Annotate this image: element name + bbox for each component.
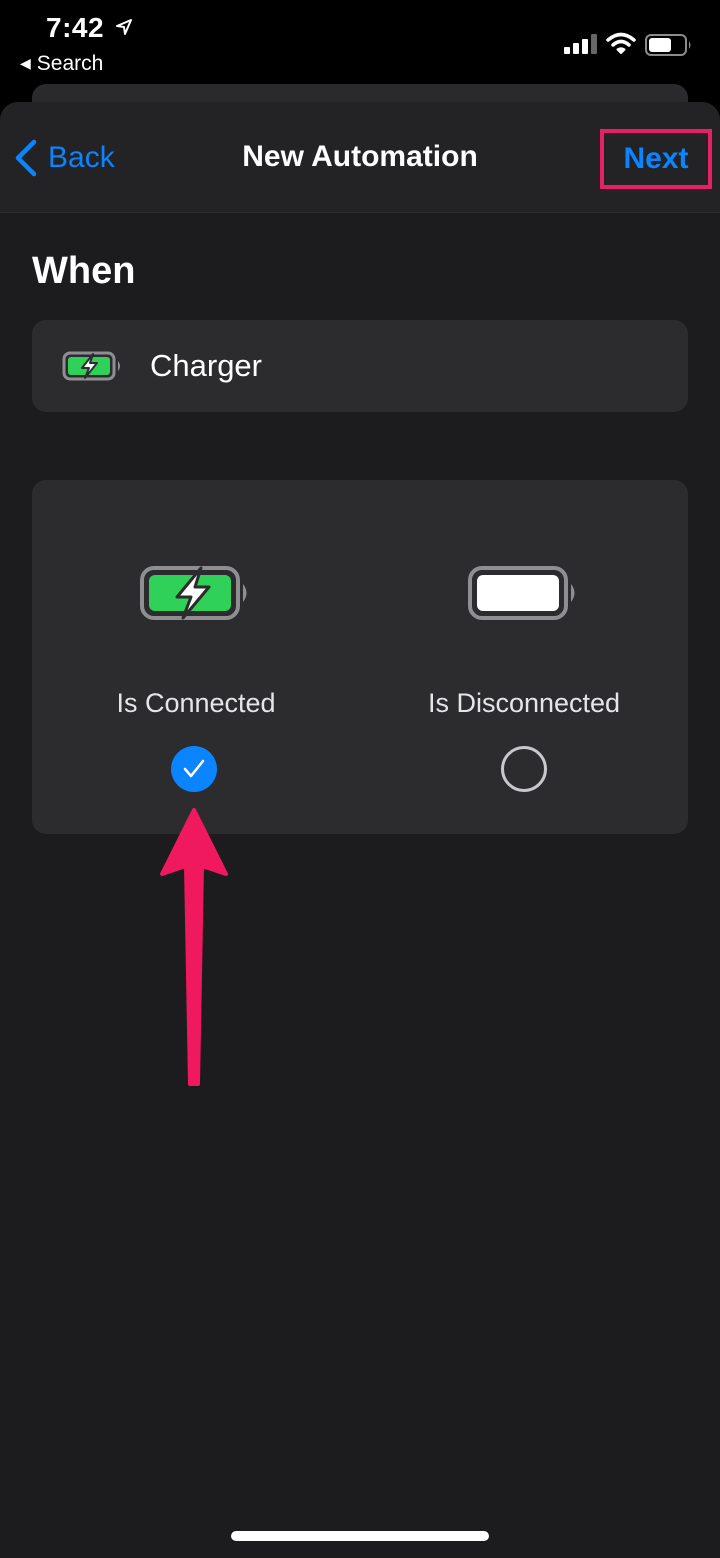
option-is-disconnected[interactable]: Is Disconnected [360,480,688,834]
option-icon-wrapper [360,564,688,622]
wifi-icon [606,32,636,54]
navigation-bar: Back New Automation Next [0,102,720,213]
options-card: Is Connected Is Disconnected [32,480,688,834]
back-triangle-icon: ◀ [20,55,31,71]
back-to-app-link[interactable]: ◀ Search [20,52,103,76]
automation-sheet: Back New Automation Next When Charger Is… [0,102,720,1558]
next-button[interactable]: Next [600,129,712,189]
screen: 7:42 ◀ Search Back New Automation Next W… [0,0,720,1558]
status-battery-icon [645,34,691,56]
battery-charging-icon [62,351,120,381]
trigger-label: Charger [150,348,262,383]
option-label-disconnected: Is Disconnected [427,688,621,718]
back-to-app-label: Search [36,52,104,75]
when-heading: When [32,250,136,292]
battery-charging-icon [140,566,247,620]
annotation-arrow-icon [160,808,228,1086]
cellular-signal-icon [564,34,597,54]
trigger-charger-row[interactable]: Charger [32,320,688,412]
checkmark-icon [183,759,205,778]
radio-checked[interactable] [171,746,217,792]
battery-full-icon [468,566,575,620]
home-indicator[interactable] [231,1531,489,1541]
location-arrow-icon [116,19,132,35]
option-label-connected: Is Connected [116,688,276,718]
option-is-connected[interactable]: Is Connected [32,480,360,834]
option-icon-wrapper [32,564,360,622]
radio-unchecked[interactable] [501,746,547,792]
status-time: 7:42 [46,12,105,43]
